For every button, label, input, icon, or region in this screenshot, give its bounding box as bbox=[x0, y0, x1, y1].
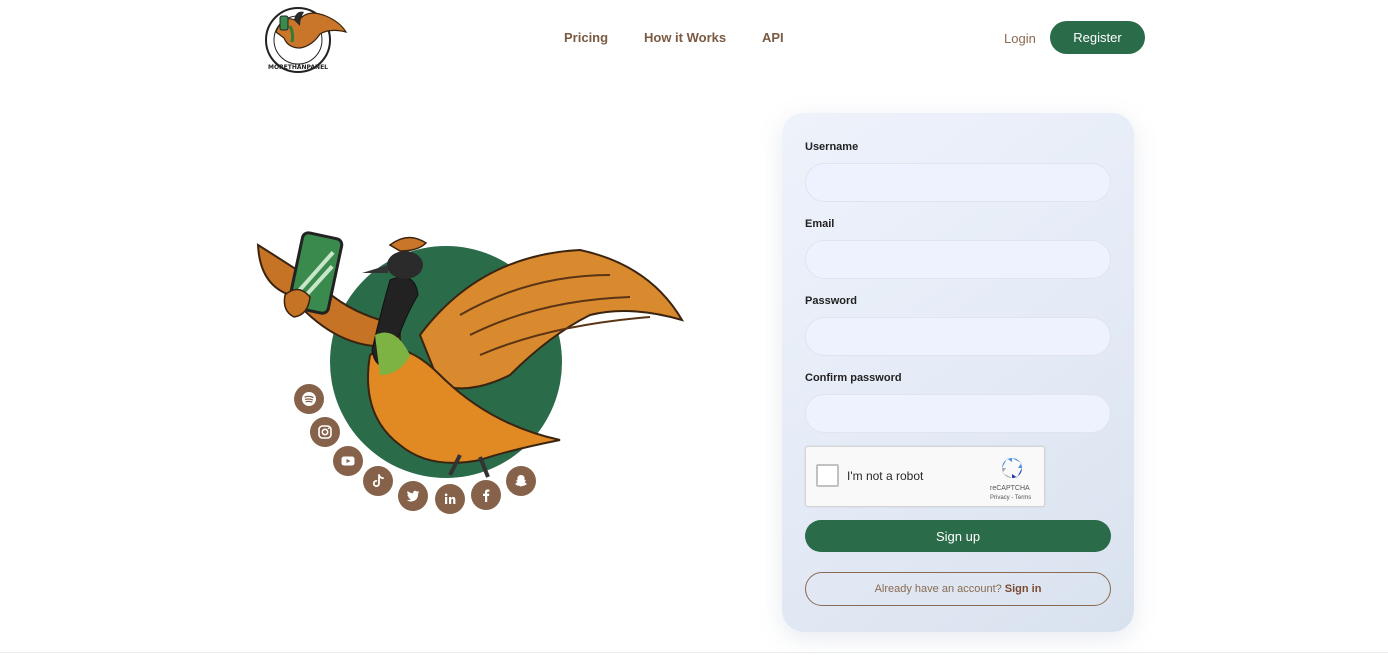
signup-button[interactable]: Sign up bbox=[805, 520, 1111, 552]
snapchat-icon[interactable] bbox=[506, 466, 536, 496]
signin-link[interactable]: Sign in bbox=[1005, 583, 1042, 595]
confirm-password-label: Confirm password bbox=[805, 372, 902, 384]
register-button[interactable]: Register bbox=[1050, 21, 1145, 54]
brand-logo[interactable]: MORETHANPANEL bbox=[254, 2, 348, 74]
username-input[interactable] bbox=[805, 163, 1111, 202]
username-label: Username bbox=[805, 141, 859, 153]
brand-logo-text: MORETHANPANEL bbox=[268, 64, 328, 71]
login-link[interactable]: Login bbox=[1004, 31, 1036, 46]
tiktok-icon[interactable] bbox=[363, 466, 393, 496]
recaptcha-widget: I'm not a robot reCAPTCHA Privacy - Term… bbox=[805, 446, 1045, 507]
footer-divider bbox=[0, 652, 1388, 653]
password-input[interactable] bbox=[805, 317, 1111, 356]
recaptcha-label: reCAPTCHA bbox=[990, 485, 1030, 492]
signup-card: Username Email Password Confirm password… bbox=[782, 113, 1134, 632]
signin-prompt: Already have an account? bbox=[874, 583, 1002, 595]
spotify-icon[interactable] bbox=[294, 384, 324, 414]
nav-api[interactable]: API bbox=[762, 30, 784, 45]
nav-how-it-works[interactable]: How it Works bbox=[644, 30, 726, 45]
email-label: Email bbox=[805, 218, 835, 230]
page: MORETHANPANEL Pricing How it Works API L… bbox=[0, 0, 1388, 655]
signin-link-button[interactable]: Already have an account? Sign in bbox=[805, 572, 1111, 606]
youtube-icon[interactable] bbox=[333, 446, 363, 476]
password-label: Password bbox=[805, 295, 857, 307]
recaptcha-icon bbox=[1002, 458, 1022, 478]
recaptcha-links[interactable]: Privacy - Terms bbox=[990, 495, 1031, 501]
instagram-icon[interactable] bbox=[310, 417, 340, 447]
goose-illustration bbox=[256, 231, 685, 478]
nav-pricing[interactable]: Pricing bbox=[564, 30, 608, 45]
twitter-icon[interactable] bbox=[398, 481, 428, 511]
facebook-icon[interactable] bbox=[471, 480, 501, 510]
email-input[interactable] bbox=[805, 240, 1111, 279]
confirm-password-input[interactable] bbox=[805, 394, 1111, 433]
linkedin-icon[interactable] bbox=[435, 484, 465, 514]
recaptcha-text: I'm not a robot bbox=[847, 469, 924, 483]
recaptcha-checkbox[interactable] bbox=[816, 464, 839, 487]
